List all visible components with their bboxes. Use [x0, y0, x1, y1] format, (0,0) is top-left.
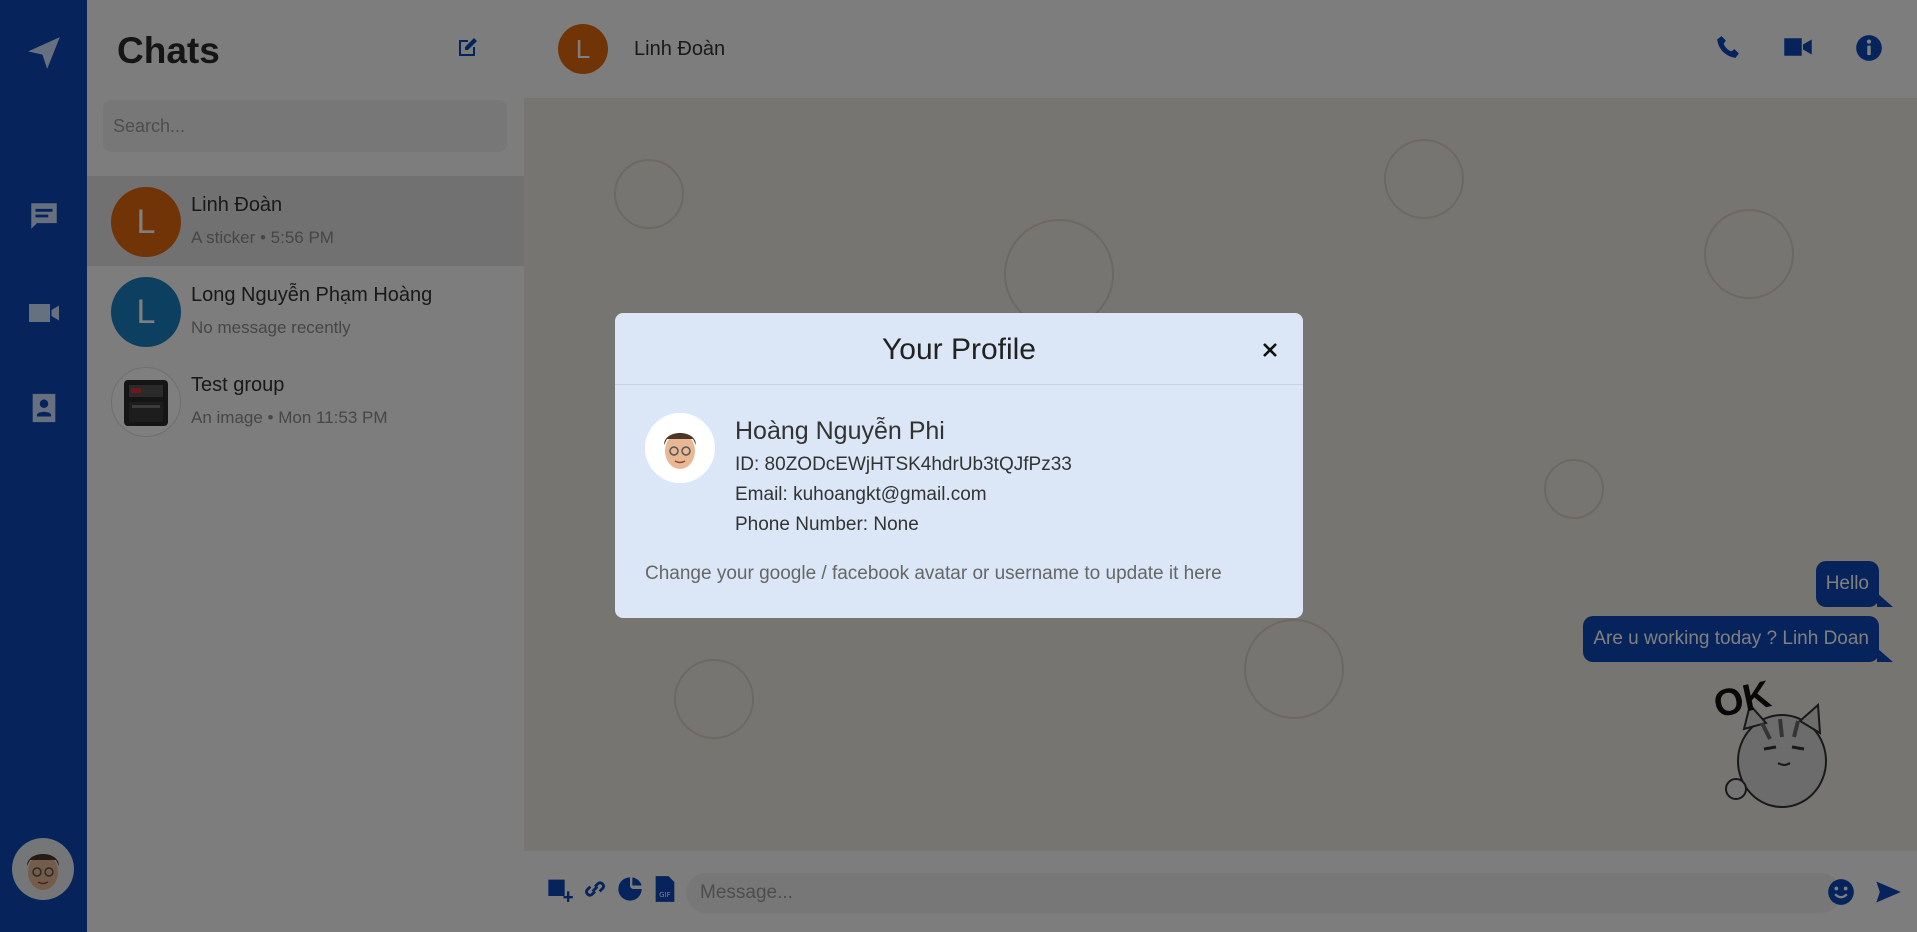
divider	[615, 384, 1303, 385]
profile-modal: Your Profile Hoàng Nguyễn Phi ID: 80ZODc…	[615, 313, 1303, 618]
profile-name: Hoàng Nguyễn Phi	[735, 417, 945, 445]
profile-phone: Phone Number: None	[735, 514, 919, 535]
profile-email: Email: kuhoangkt@gmail.com	[735, 484, 987, 505]
close-icon[interactable]	[1255, 335, 1285, 365]
profile-hint: Change your google / facebook avatar or …	[645, 563, 1222, 584]
profile-avatar	[645, 413, 715, 483]
modal-title: Your Profile	[882, 333, 1036, 366]
profile-id: ID: 80ZODcEWjHTSK4hdrUb3tQJfPz33	[735, 454, 1072, 475]
